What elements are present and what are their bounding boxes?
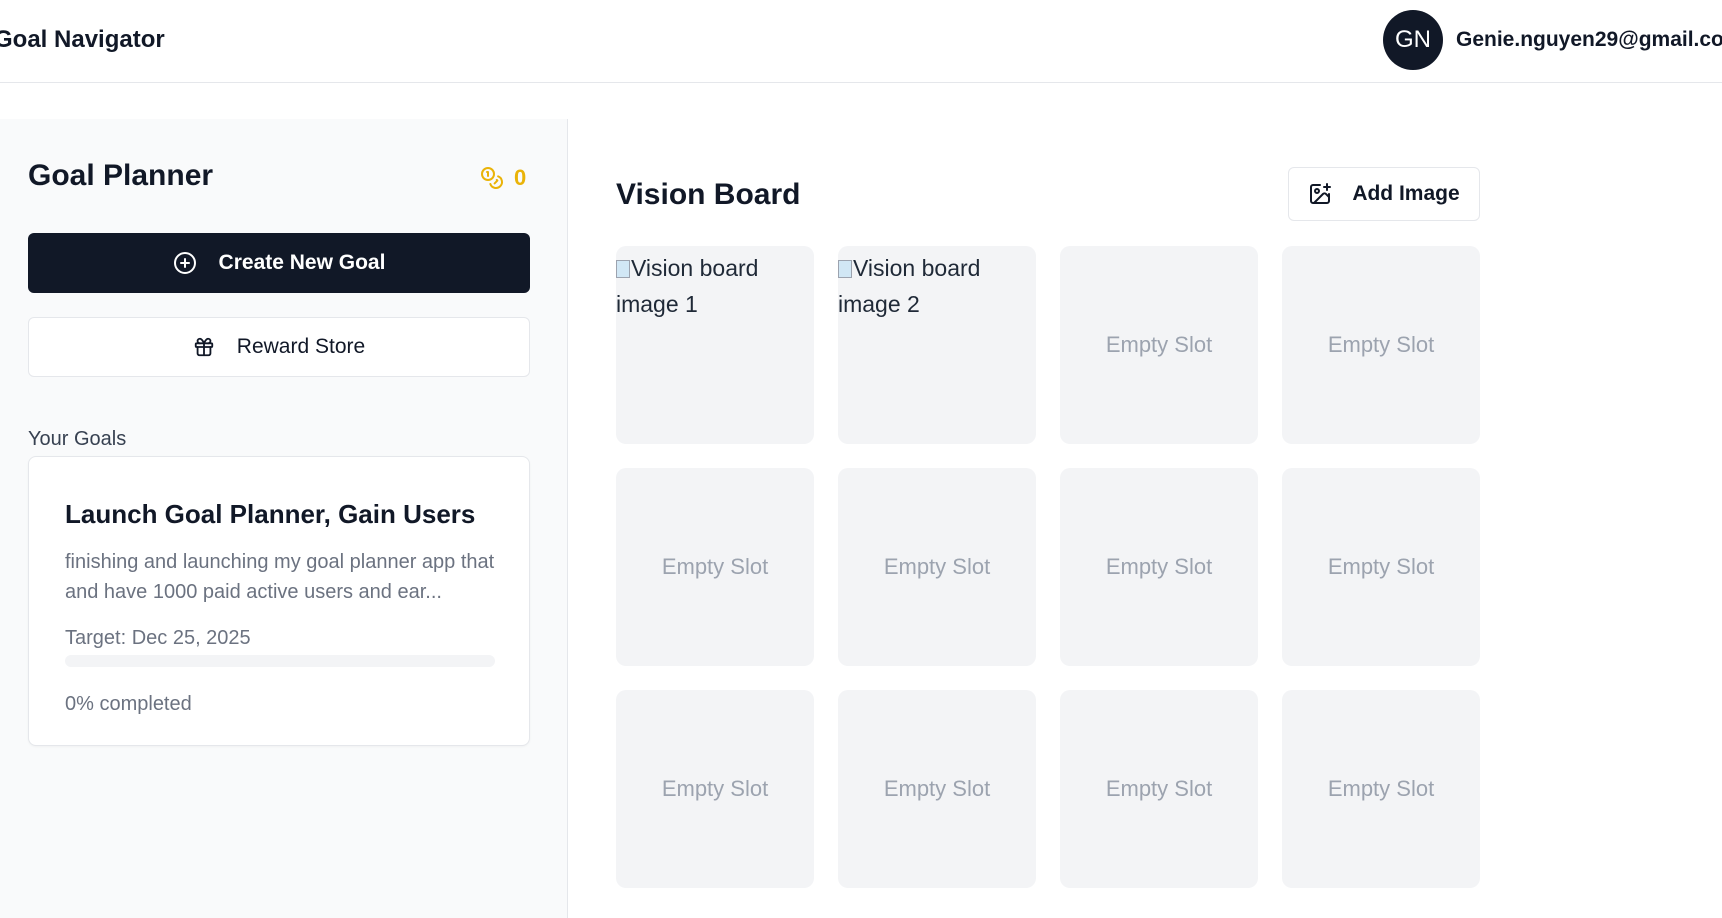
goal-card[interactable]: Launch Goal Planner, Gain Users finishin… (28, 456, 530, 746)
vision-board-empty-slot[interactable]: Empty Slot (616, 468, 814, 666)
vision-board-title: Vision Board (616, 178, 801, 211)
vision-board-empty-slot[interactable]: Empty Slot (838, 468, 1036, 666)
vision-board-empty-slot[interactable]: Empty Slot (1060, 468, 1258, 666)
user-menu[interactable]: GN Genie.nguyen29@gmail.com (1383, 10, 1722, 70)
goal-progress-bar (65, 655, 495, 667)
vision-board-image-slot[interactable]: Vision board image 2 (838, 246, 1036, 444)
vision-board-empty-slot[interactable]: Empty Slot (616, 690, 814, 888)
vision-board-empty-slot[interactable]: Empty Slot (1060, 690, 1258, 888)
your-goals-label: Your Goals (28, 428, 127, 450)
goal-title: Launch Goal Planner, Gain Users (65, 499, 476, 529)
plus-circle-icon (173, 252, 196, 274)
reward-store-button[interactable]: Reward Store (28, 317, 530, 377)
sidebar-title: Goal Planner (28, 159, 214, 192)
vision-board-grid: Vision board image 1 Vision board image 2… (616, 246, 1480, 888)
app-header: Goal Navigator GN Genie.nguyen29@gmail.c… (0, 0, 1722, 83)
app-title[interactable]: Goal Navigator (0, 26, 165, 54)
empty-slot-label: Empty Slot (883, 776, 991, 801)
sidebar: Goal Planner 0 Create New Goal Reward St… (0, 119, 568, 918)
goal-description: finishing and launching my goal planner … (65, 551, 495, 603)
coins-icon (481, 167, 503, 189)
vision-board-empty-slot[interactable]: Empty Slot (838, 690, 1036, 888)
user-email: Genie.nguyen29@gmail.com (1456, 28, 1722, 51)
empty-slot-label: Empty Slot (1327, 332, 1435, 357)
points-counter: 0 (480, 163, 526, 193)
image-alt-text: Vision board image 1 (616, 255, 759, 317)
broken-image-icon (838, 260, 852, 278)
image-alt-text: Vision board image 2 (838, 255, 981, 317)
add-image-button[interactable]: Add Image (1288, 167, 1480, 221)
empty-slot-label: Empty Slot (1105, 776, 1213, 801)
vision-board-empty-slot[interactable]: Empty Slot (1282, 468, 1480, 666)
goal-target-date: Target: Dec 25, 2025 (65, 627, 251, 649)
vision-board-image-slot[interactable]: Vision board image 1 (616, 246, 814, 444)
vision-board-empty-slot[interactable]: Empty Slot (1282, 690, 1480, 888)
empty-slot-label: Empty Slot (1105, 554, 1213, 579)
empty-slot-label: Empty Slot (661, 554, 769, 579)
empty-slot-label: Empty Slot (661, 776, 769, 801)
empty-slot-label: Empty Slot (1105, 332, 1213, 357)
empty-slot-label: Empty Slot (1327, 776, 1435, 801)
vision-board-empty-slot[interactable]: Empty Slot (1060, 246, 1258, 444)
add-image-label: Add Image (1352, 182, 1460, 205)
empty-slot-label: Empty Slot (1327, 554, 1435, 579)
empty-slot-label: Empty Slot (883, 554, 991, 579)
create-new-goal-label: Create New Goal (218, 251, 386, 274)
vision-board-image: Vision board image 2 (838, 246, 1036, 444)
broken-image-icon (616, 260, 630, 278)
gift-icon (194, 337, 213, 357)
avatar[interactable]: GN (1383, 10, 1443, 70)
create-new-goal-button[interactable]: Create New Goal (28, 233, 530, 293)
image-plus-icon (1310, 183, 1332, 204)
reward-store-label: Reward Store (236, 335, 366, 358)
vision-board-empty-slot[interactable]: Empty Slot (1282, 246, 1480, 444)
vision-board-image: Vision board image 1 (616, 246, 814, 444)
points-value: 0 (514, 165, 527, 190)
goal-progress-text: 0% completed (65, 693, 192, 715)
